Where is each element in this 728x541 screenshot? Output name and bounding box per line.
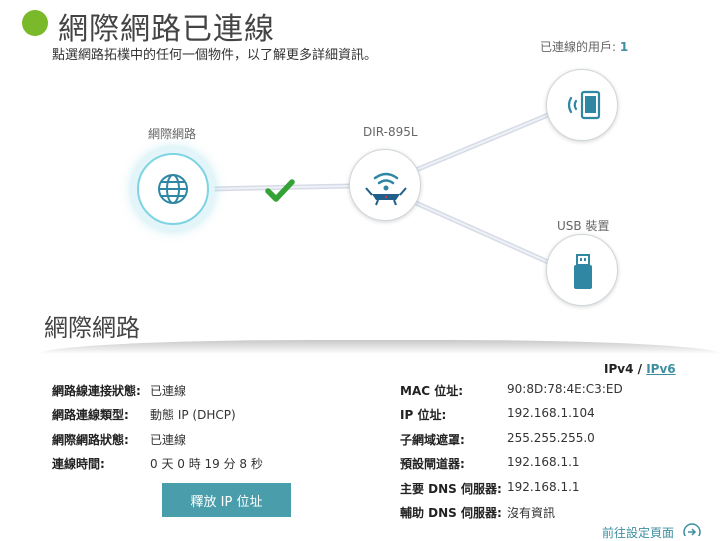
ip-address-label: IP 位址: <box>400 408 447 422</box>
mac-address-label: MAC 位址: <box>400 384 464 398</box>
uptime-label: 連線時間: <box>52 457 105 471</box>
cable-status-label: 網路線連接狀態: <box>52 384 141 398</box>
default-gateway-value: 192.168.1.1 <box>507 455 580 469</box>
status-indicator <box>22 10 48 36</box>
default-gateway-label: 預設閘道器: <box>400 457 465 471</box>
tab-ipv4[interactable]: IPv4 <box>604 362 633 376</box>
usb-icon <box>574 254 592 289</box>
cable-status-value: 已連線 <box>150 384 187 398</box>
internet-node[interactable] <box>137 153 209 225</box>
ip-address-value: 192.168.1.104 <box>507 406 595 420</box>
uptime-value: 0 天 0 時 19 分 8 秒 <box>150 457 263 471</box>
page-subtitle: 點選網路拓樸中的任何一個物件，以了解更多詳細資訊。 <box>52 48 378 63</box>
secondary-dns-label: 輔助 DNS 伺服器: <box>400 506 502 520</box>
secondary-dns-value: 沒有資訊 <box>507 506 556 520</box>
tab-ipv6[interactable]: IPv6 <box>646 362 675 376</box>
internet-status-label: 網際網路狀態: <box>52 433 129 447</box>
mac-address-value: 90:8D:78:4E:C3:ED <box>507 382 623 396</box>
network-topology: 網際網路已連線 點選網路拓樸中的任何一個物件，以了解更多詳細資訊。 已連線的用戶… <box>0 0 728 320</box>
section-title: 網際網路 <box>44 314 140 342</box>
connection-type-label: 網路連線類型: <box>52 408 129 422</box>
release-ip-button[interactable]: 釋放 IP 位址 <box>162 483 291 517</box>
usb-label: USB 裝置 <box>557 219 610 233</box>
router-node[interactable] <box>349 149 421 221</box>
arrow-right-icon[interactable] <box>683 523 701 536</box>
internet-status-value: 已連線 <box>150 433 187 447</box>
ip-version-tabs: IPv4 / IPv6 <box>604 362 676 376</box>
go-to-settings-link[interactable]: 前往設定頁面 <box>602 524 674 541</box>
page-title: 網際網路已連線 <box>58 12 275 47</box>
subnet-mask-value: 255.255.255.0 <box>507 431 595 445</box>
users-count: 1 <box>619 40 629 54</box>
green-checkmark-icon <box>265 179 295 202</box>
primary-dns-label: 主要 DNS 伺服器: <box>400 482 502 496</box>
connection-type-value: 動態 IP (DHCP) <box>150 408 236 422</box>
section-divider <box>40 340 720 354</box>
tablet-wifi-icon <box>567 90 601 120</box>
connected-users-label: 已連線的用戶: 1 <box>540 38 628 55</box>
primary-dns-value: 192.168.1.1 <box>507 480 580 494</box>
tab-separator: / <box>637 362 643 376</box>
router-label: DIR-895L <box>363 125 418 139</box>
users-label-text: 已連線的用戶: <box>540 40 617 54</box>
router-icon <box>365 172 407 206</box>
subnet-mask-label: 子網域遮罩: <box>400 433 465 447</box>
internet-label: 網際網路 <box>148 127 197 141</box>
globe-icon <box>158 174 188 204</box>
usb-device-node[interactable] <box>546 234 618 306</box>
connected-devices-node[interactable] <box>546 69 618 141</box>
